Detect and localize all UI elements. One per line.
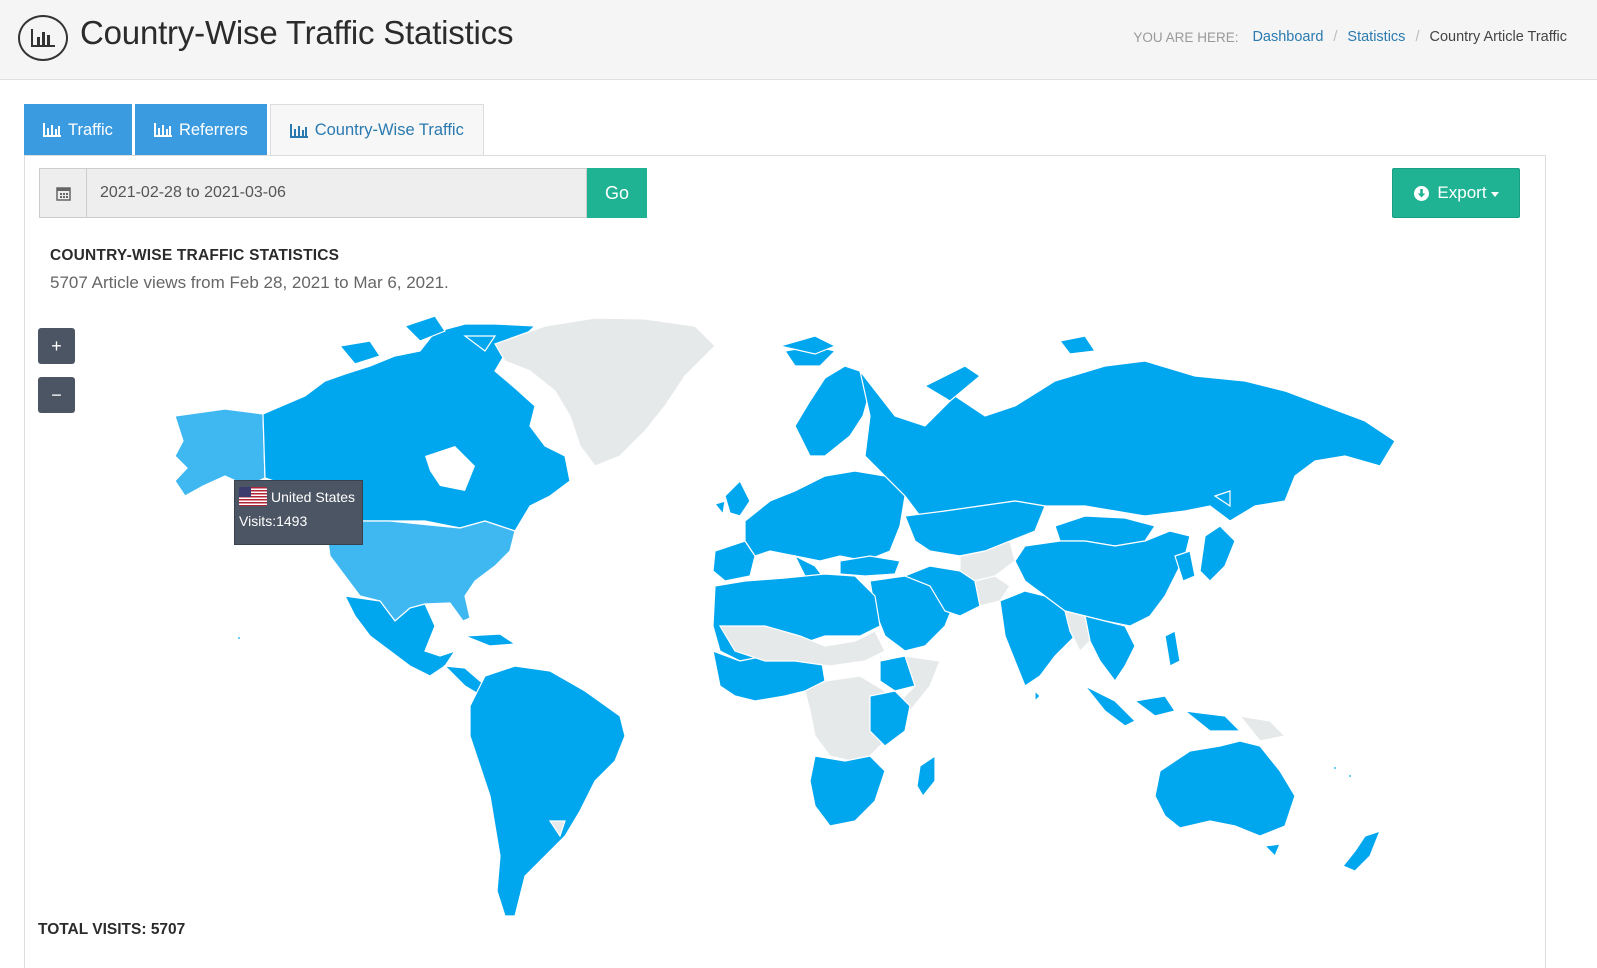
page-header: Country-Wise Traffic Statistics YOU ARE … bbox=[0, 0, 1597, 80]
tooltip-visits: Visits:1493 bbox=[239, 513, 308, 529]
island-hawaii bbox=[236, 635, 242, 641]
map-tooltip: United States Visits:1493 bbox=[234, 480, 363, 545]
bar-chart-icon bbox=[153, 123, 172, 137]
country-norway-sweden bbox=[794, 365, 871, 457]
breadcrumb-label: YOU ARE HERE: bbox=[1133, 29, 1239, 45]
island-pacific bbox=[1332, 765, 1338, 771]
country-new-zealand bbox=[1342, 830, 1382, 872]
country-south-america bbox=[469, 665, 626, 917]
date-range-input[interactable] bbox=[86, 168, 587, 218]
breadcrumb-link-statistics[interactable]: Statistics bbox=[1347, 29, 1405, 45]
breadcrumb-separator: / bbox=[1415, 29, 1420, 45]
caret-down-icon bbox=[1490, 191, 1499, 197]
calendar-icon[interactable] bbox=[39, 168, 86, 218]
zoom-out-button[interactable]: − bbox=[38, 377, 75, 413]
zoom-in-button[interactable]: + bbox=[38, 328, 75, 364]
world-map[interactable] bbox=[25, 306, 1545, 926]
country-korea bbox=[1174, 550, 1196, 582]
tab-bar: Traffic Referrers Country-Wise Traffic bbox=[24, 104, 484, 156]
bar-chart-icon bbox=[289, 123, 308, 138]
page-title: Country-Wise Traffic Statistics bbox=[80, 14, 514, 51]
country-southern-africa bbox=[809, 755, 886, 827]
stats-subtitle: 5707 Article views from Feb 28, 2021 to … bbox=[50, 273, 449, 292]
bar-chart-icon bbox=[18, 15, 68, 61]
country-iberia bbox=[712, 540, 756, 582]
breadcrumb-link-dashboard[interactable]: Dashboard bbox=[1252, 29, 1323, 45]
country-east-africa bbox=[869, 690, 911, 747]
country-madagascar bbox=[916, 754, 936, 798]
breadcrumb: YOU ARE HERE: Dashboard / Statistics / C… bbox=[1133, 29, 1567, 45]
tab-country-wise-traffic[interactable]: Country-Wise Traffic bbox=[269, 104, 484, 156]
tab-referrers[interactable]: Referrers bbox=[134, 104, 267, 156]
us-flag-icon bbox=[239, 487, 267, 506]
download-icon bbox=[1414, 185, 1430, 201]
country-papua-new-guinea bbox=[1238, 715, 1287, 742]
country-traffic-panel: Go Export COUNTRY-WISE TRAFFIC STATISTIC… bbox=[24, 155, 1546, 968]
country-turkey bbox=[839, 555, 901, 577]
tooltip-country: United States bbox=[271, 488, 356, 505]
country-australia bbox=[1154, 740, 1296, 837]
export-label: Export bbox=[1437, 183, 1487, 202]
country-tasmania bbox=[1263, 843, 1281, 858]
tab-traffic[interactable]: Traffic bbox=[24, 104, 132, 156]
stats-title: COUNTRY-WISE TRAFFIC STATISTICS bbox=[50, 247, 340, 264]
tab-label: Traffic bbox=[68, 120, 113, 139]
tab-label: Country-Wise Traffic bbox=[314, 121, 464, 139]
breadcrumb-current: Country Article Traffic bbox=[1429, 29, 1567, 45]
date-range-group: Go bbox=[39, 168, 647, 218]
country-sri-lanka bbox=[1034, 689, 1041, 703]
country-philippines bbox=[1164, 630, 1181, 667]
bar-chart-icon bbox=[43, 123, 61, 137]
total-visits: TOTAL VISITS: 5707 bbox=[38, 921, 186, 938]
country-europe bbox=[744, 470, 906, 562]
country-cuba bbox=[464, 633, 517, 647]
country-uk bbox=[713, 479, 751, 517]
island-pacific bbox=[1347, 773, 1353, 779]
export-button[interactable]: Export bbox=[1392, 168, 1520, 218]
tab-label: Referrers bbox=[178, 120, 248, 139]
country-indonesia bbox=[1084, 685, 1242, 732]
breadcrumb-separator: / bbox=[1333, 29, 1338, 45]
go-button[interactable]: Go bbox=[587, 168, 647, 218]
